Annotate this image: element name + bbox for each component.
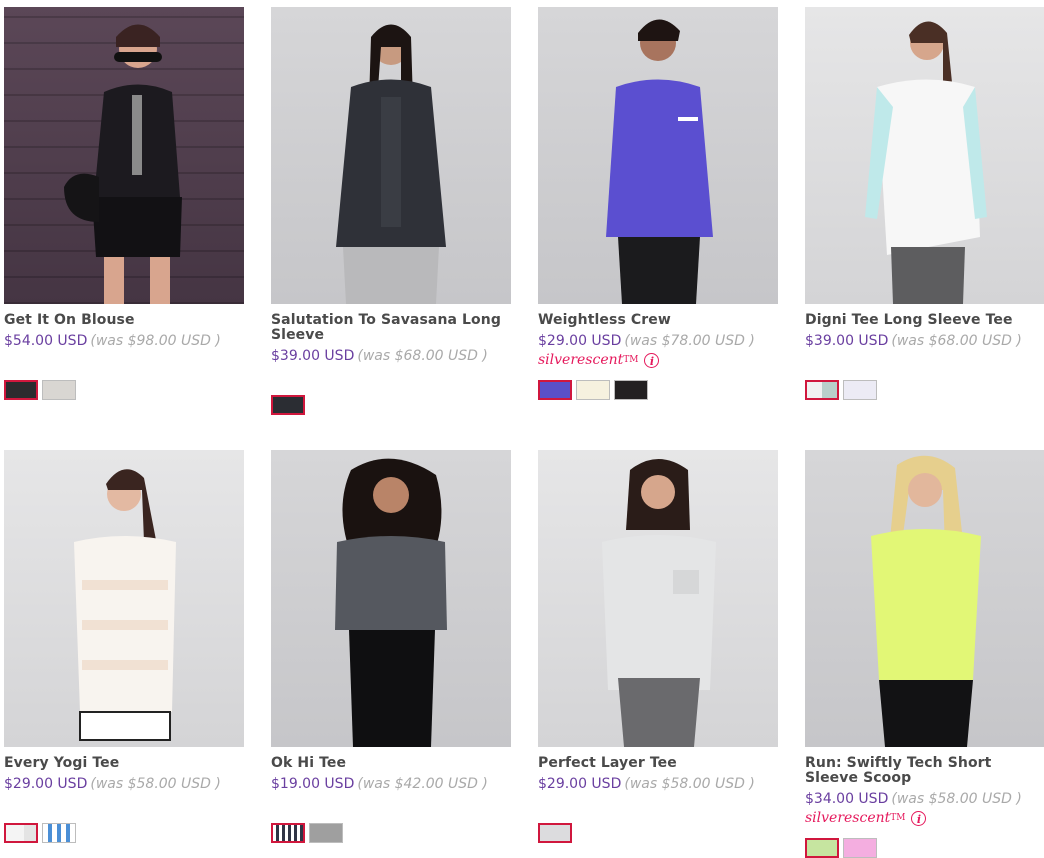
sale-price: $34.00 USD bbox=[805, 791, 889, 807]
color-swatch[interactable] bbox=[805, 838, 839, 858]
product-image[interactable] bbox=[4, 450, 244, 747]
color-swatch[interactable] bbox=[843, 838, 877, 858]
sale-price: $19.00 USD bbox=[271, 776, 355, 792]
product-price: $54.00 USD (was $98.00 USD ) bbox=[4, 333, 244, 349]
original-price: (was $58.00 USD ) bbox=[90, 776, 221, 792]
model-figure bbox=[64, 24, 182, 304]
color-swatch[interactable] bbox=[805, 380, 839, 400]
product-image[interactable] bbox=[538, 7, 778, 304]
product-image[interactable] bbox=[805, 450, 1044, 747]
original-price: (was $68.00 USD ) bbox=[357, 348, 488, 364]
product-card[interactable]: Ok Hi Tee $19.00 USD (was $42.00 USD ) bbox=[271, 450, 511, 843]
original-price: (was $78.00 USD ) bbox=[624, 333, 755, 349]
original-price: (was $42.00 USD ) bbox=[357, 776, 488, 792]
sale-price: $54.00 USD bbox=[4, 333, 88, 349]
color-swatch[interactable] bbox=[271, 395, 305, 415]
product-card[interactable]: Perfect Layer Tee $29.00 USD (was $58.00 … bbox=[538, 450, 778, 843]
color-swatch[interactable] bbox=[614, 380, 648, 400]
color-swatch[interactable] bbox=[843, 380, 877, 400]
product-name[interactable]: Weightless Crew bbox=[538, 313, 778, 328]
product-image[interactable] bbox=[271, 7, 511, 304]
color-swatches bbox=[271, 395, 305, 415]
product-price: $29.00 USD (was $58.00 USD ) bbox=[4, 776, 244, 792]
model-figure bbox=[865, 21, 987, 304]
color-swatches bbox=[538, 380, 648, 400]
sale-price: $29.00 USD bbox=[538, 333, 622, 349]
model-figure bbox=[335, 458, 447, 747]
silverescent-badge: silverescent TM i bbox=[805, 810, 1044, 826]
product-card[interactable]: Salutation To Savasana Long Sleeve $39.0… bbox=[271, 7, 511, 415]
product-price: $39.00 USD (was $68.00 USD ) bbox=[805, 333, 1044, 349]
product-name[interactable]: Perfect Layer Tee bbox=[538, 756, 778, 771]
color-swatch[interactable] bbox=[4, 380, 38, 400]
color-swatch[interactable] bbox=[4, 823, 38, 843]
sale-price: $39.00 USD bbox=[271, 348, 355, 364]
info-icon[interactable]: i bbox=[911, 810, 927, 826]
product-price: $29.00 USD (was $78.00 USD ) bbox=[538, 333, 778, 349]
color-swatches bbox=[4, 823, 76, 843]
product-name[interactable]: Salutation To Savasana Long Sleeve bbox=[271, 313, 511, 343]
product-image[interactable] bbox=[4, 7, 244, 304]
product-image[interactable] bbox=[271, 450, 511, 747]
silverescent-badge: silverescent TM i bbox=[538, 352, 778, 368]
product-price: $39.00 USD (was $68.00 USD ) bbox=[271, 348, 511, 364]
color-swatches bbox=[271, 823, 343, 843]
model-figure bbox=[74, 469, 176, 741]
model-figure bbox=[606, 19, 713, 304]
color-swatch[interactable] bbox=[309, 823, 343, 843]
product-name[interactable]: Ok Hi Tee bbox=[271, 756, 511, 771]
product-name[interactable]: Get It On Blouse bbox=[4, 313, 244, 328]
model-figure bbox=[336, 24, 446, 304]
sale-price: $29.00 USD bbox=[538, 776, 622, 792]
color-swatches bbox=[538, 823, 572, 843]
product-grid: Get It On Blouse $54.00 USD (was $98.00 U… bbox=[0, 0, 1044, 858]
original-price: (was $98.00 USD ) bbox=[90, 333, 221, 349]
model-figure bbox=[871, 455, 981, 747]
original-price: (was $68.00 USD ) bbox=[891, 333, 1022, 349]
product-card[interactable]: Get It On Blouse $54.00 USD (was $98.00 U… bbox=[4, 7, 244, 400]
product-card[interactable]: Every Yogi Tee $29.00 USD (was $58.00 USD… bbox=[4, 450, 244, 843]
model-figure bbox=[602, 459, 716, 747]
product-price: $34.00 USD (was $58.00 USD ) bbox=[805, 791, 1044, 807]
product-name[interactable]: Every Yogi Tee bbox=[4, 756, 244, 771]
color-swatches bbox=[4, 380, 76, 400]
product-card[interactable]: Digni Tee Long Sleeve Tee $39.00 USD (was… bbox=[805, 7, 1044, 400]
color-swatch[interactable] bbox=[271, 823, 305, 843]
color-swatches bbox=[805, 380, 877, 400]
color-swatches bbox=[805, 838, 877, 858]
product-price: $29.00 USD (was $58.00 USD ) bbox=[538, 776, 778, 792]
product-name[interactable]: Digni Tee Long Sleeve Tee bbox=[805, 313, 1044, 328]
original-price: (was $58.00 USD ) bbox=[624, 776, 755, 792]
product-name[interactable]: Run: Swiftly Tech Short Sleeve Scoop bbox=[805, 756, 1044, 786]
product-card[interactable]: Weightless Crew $29.00 USD (was $78.00 US… bbox=[538, 7, 778, 400]
color-swatch[interactable] bbox=[538, 380, 572, 400]
product-card[interactable]: Run: Swiftly Tech Short Sleeve Scoop $34… bbox=[805, 450, 1044, 858]
sale-price: $39.00 USD bbox=[805, 333, 889, 349]
color-swatch[interactable] bbox=[42, 823, 76, 843]
color-swatch[interactable] bbox=[576, 380, 610, 400]
color-swatch[interactable] bbox=[538, 823, 572, 843]
sale-price: $29.00 USD bbox=[4, 776, 88, 792]
product-image[interactable] bbox=[538, 450, 778, 747]
original-price: (was $58.00 USD ) bbox=[891, 791, 1022, 807]
color-swatch[interactable] bbox=[42, 380, 76, 400]
product-image[interactable] bbox=[805, 7, 1044, 304]
product-price: $19.00 USD (was $42.00 USD ) bbox=[271, 776, 511, 792]
info-icon[interactable]: i bbox=[644, 352, 660, 368]
